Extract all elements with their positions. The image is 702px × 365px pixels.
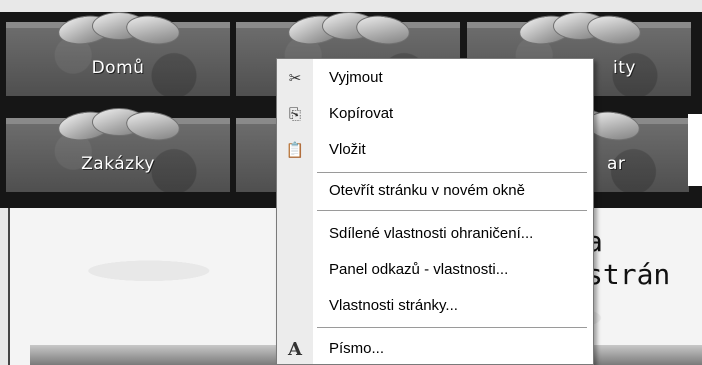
menu-item-label: Kopírovat (329, 105, 394, 122)
copy-icon: ⎘ (288, 105, 301, 123)
paste-icon: 📋 (285, 142, 305, 159)
nav-button-label: Zakázky (81, 154, 155, 174)
menu-item-page-properties[interactable]: Vlastnosti stránky... (277, 289, 593, 323)
menu-item-cut[interactable]: ✂ Vyjmout (277, 61, 593, 95)
leaf-ornament-icon (56, 108, 182, 144)
menu-item-font[interactable]: A Písmo... (277, 332, 593, 365)
menu-item-label: Vložit (329, 141, 366, 158)
page-heading: a strán (586, 225, 671, 291)
web-editor-canvas: Domů ity Zakázky ar a strán ✂ Vyjmout ⎘ … (0, 0, 702, 365)
menu-separator (317, 327, 587, 328)
font-icon: A (288, 338, 302, 360)
menu-item-label: Písmo... (329, 340, 385, 357)
menu-item-label: Vyjmout (329, 69, 383, 86)
leaf-ornament-icon (517, 12, 643, 48)
nav-button-label: ity (613, 58, 636, 78)
menu-separator (317, 172, 587, 173)
leaf-ornament-icon (56, 12, 182, 48)
context-menu: ✂ Vyjmout ⎘ Kopírovat 📋 Vložit Otevřít s… (276, 58, 594, 365)
menu-separator (317, 210, 587, 211)
menu-item-copy[interactable]: ⎘ Kopírovat (277, 97, 593, 131)
menu-item-label: Vlastnosti stránky... (329, 297, 458, 314)
menu-item-open-new-window[interactable]: Otevřít stránku v novém okně (277, 174, 593, 208)
menu-item-shared-borders[interactable]: Sdílené vlastnosti ohraničení... (277, 217, 593, 251)
nav-button-label: Domů (91, 58, 145, 78)
menu-item-label: Panel odkazů - vlastnosti... (329, 261, 509, 278)
nav-button-orders[interactable]: Zakázky (6, 108, 230, 192)
nav-button-label: ar (607, 154, 626, 174)
scissors-icon: ✂ (288, 70, 302, 87)
menu-item-label: Sdílené vlastnosti ohraničení... (329, 225, 534, 242)
menu-item-paste[interactable]: 📋 Vložit (277, 133, 593, 167)
menu-item-label: Otevřít stránku v novém okně (329, 182, 525, 199)
frame-edge (688, 114, 702, 186)
leaf-ornament-icon (286, 12, 412, 48)
menu-item-link-bar-properties[interactable]: Panel odkazů - vlastnosti... (277, 253, 593, 287)
nav-button-home[interactable]: Domů (6, 12, 230, 96)
